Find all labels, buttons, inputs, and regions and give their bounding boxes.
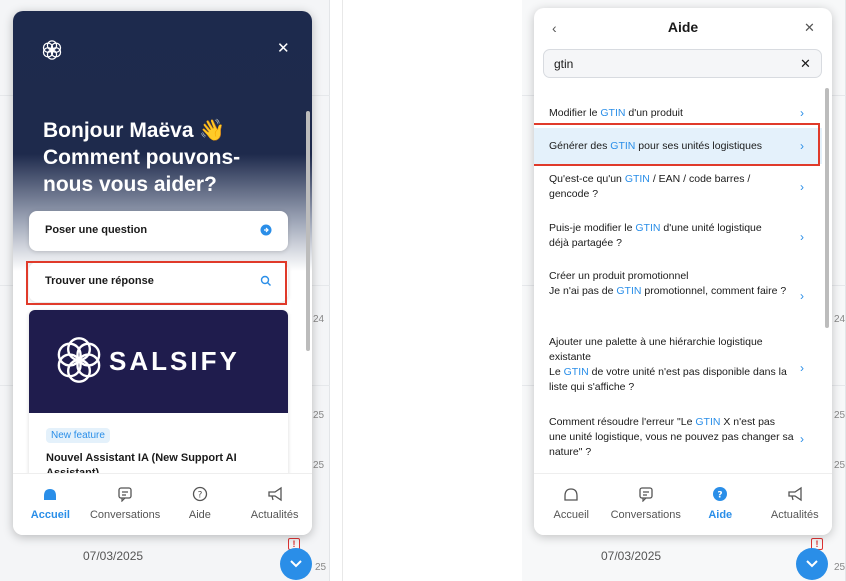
highlight-box — [534, 123, 820, 166]
highlight-box — [26, 261, 287, 305]
result-title: Ajouter une palette à une hiérarchie log… — [549, 336, 763, 363]
tab-label: Actualités — [770, 509, 819, 521]
chevron-right-icon: › — [800, 230, 804, 244]
new-feature-badge: New feature — [46, 428, 110, 443]
tab-label: Accueil — [553, 509, 589, 521]
chevron-right-icon: › — [800, 361, 804, 375]
edge-number: 24 — [834, 314, 846, 325]
chat-icon — [639, 487, 653, 502]
clear-search-icon[interactable]: ✕ — [800, 56, 811, 72]
tab-actualites[interactable]: Actualités — [237, 474, 312, 535]
greeting: Bonjour Maëva 👋 Comment pouvons-nous vou… — [43, 117, 283, 198]
help-header: ‹ Aide ✕ — [534, 8, 832, 46]
svg-text:?: ? — [718, 491, 723, 501]
result-match: GTIN — [616, 285, 642, 297]
close-icon[interactable]: ✕ — [277, 39, 290, 57]
tab-conversations[interactable]: Conversations — [609, 474, 684, 535]
edge-number: 24 — [313, 314, 325, 325]
help-icon: ? — [713, 487, 728, 501]
search-value: gtin — [554, 57, 574, 71]
date-right: 07/03/2025 — [601, 549, 662, 563]
result-text: Qu'est-ce qu'un — [549, 173, 625, 185]
result-text: Comment résoudre l'erreur "Le — [549, 416, 696, 428]
home-icon — [44, 489, 57, 500]
result-text: promotionnel, comment faire ? — [641, 285, 787, 297]
result-match: GTIN — [563, 366, 589, 378]
megaphone-icon — [267, 486, 282, 502]
result-text: Puis-je modifier le — [549, 222, 636, 234]
tab-aide[interactable]: ? Aide — [683, 474, 758, 535]
result-item[interactable]: Ajouter une palette à une hiérarchie log… — [549, 335, 787, 395]
logo-icon — [42, 40, 62, 60]
tab-label: Aide — [708, 509, 733, 521]
news-title[interactable]: Nouvel Assistant IA (New Support AI Assi… — [46, 451, 261, 475]
divider — [342, 0, 343, 581]
tab-label: Conversations — [610, 509, 681, 521]
result-text: d'un produit — [625, 107, 683, 119]
result-item[interactable]: Puis-je modifier le GTIN d'une unité log… — [549, 221, 777, 251]
chevron-down-icon — [806, 560, 818, 568]
megaphone-icon — [788, 486, 802, 502]
send-icon — [260, 224, 272, 236]
news-banner: SALSIFY — [29, 310, 288, 413]
greeting-line1: Bonjour Maëva 👋 — [43, 119, 226, 142]
result-text: Le — [549, 366, 564, 378]
greeting-line2: Comment pouvons-nous vous aider? — [43, 146, 241, 196]
edge-number: 25 — [315, 562, 327, 573]
result-match: GTIN — [635, 222, 661, 234]
scrollbar[interactable] — [825, 88, 829, 328]
edge-number: 25 — [834, 562, 846, 573]
chevron-down-icon — [290, 560, 302, 568]
edge-number: 25 — [313, 460, 325, 471]
tab-accueil[interactable]: Accueil — [534, 474, 609, 535]
banner-title: SALSIFY — [109, 346, 240, 376]
tab-label: Aide — [188, 509, 211, 521]
help-icon: ? — [192, 486, 208, 502]
result-item[interactable]: Comment résoudre l'erreur "Le GTIN X n'e… — [549, 415, 794, 460]
date-left: 07/03/2025 — [83, 549, 144, 563]
edge-number: 25 — [313, 410, 325, 421]
messenger-home-widget: ✕ Bonjour Maëva 👋 Comment pouvons-nous v… — [13, 11, 312, 535]
result-text: Modifier le — [549, 107, 601, 119]
result-item[interactable]: Qu'est-ce qu'un GTIN / EAN / code barres… — [549, 172, 764, 202]
chevron-right-icon: › — [800, 106, 804, 120]
chevron-right-icon: › — [800, 180, 804, 194]
help-search-widget: ‹ Aide ✕ gtin ✕ Modifier le GTIN d'un pr… — [534, 8, 832, 535]
result-text: Je n'ai pas de — [549, 285, 617, 297]
result-title: Créer un produit promotionnel — [549, 270, 689, 282]
tab-actualites[interactable]: Actualités — [758, 474, 833, 535]
search-input[interactable]: gtin — [543, 49, 822, 78]
bottom-tab-bar: Accueil Conversations ? Aide Actualités — [534, 473, 832, 535]
result-item[interactable]: Créer un produit promotionnel Je n'ai pa… — [549, 269, 794, 299]
tab-conversations[interactable]: Conversations — [88, 474, 163, 535]
edge-number: 25 — [834, 410, 846, 421]
ask-question-button[interactable]: Poser une question — [29, 211, 288, 251]
scroll-down-button[interactable] — [280, 548, 312, 580]
scrollbar[interactable] — [306, 111, 310, 351]
home-icon — [564, 488, 578, 501]
chevron-right-icon: › — [800, 289, 804, 303]
tab-label: Conversations — [89, 509, 161, 521]
tab-accueil[interactable]: Accueil — [13, 474, 88, 535]
salsify-logo-icon — [57, 337, 101, 383]
result-match: GTIN — [695, 416, 721, 428]
tab-label: Accueil — [30, 509, 70, 521]
chat-icon — [118, 487, 132, 502]
ask-question-label: Poser une question — [45, 224, 148, 236]
result-match: GTIN — [600, 107, 626, 119]
scroll-down-button[interactable] — [796, 548, 828, 580]
result-item[interactable]: Modifier le GTIN d'un produit — [549, 106, 804, 121]
close-icon[interactable]: ✕ — [804, 20, 815, 36]
edge-number: 25 — [834, 460, 846, 471]
svg-text:?: ? — [197, 491, 202, 501]
result-match: GTIN — [624, 173, 650, 185]
tab-aide[interactable]: ? Aide — [163, 474, 238, 535]
help-title: Aide — [667, 19, 699, 35]
bottom-tab-bar: Accueil Conversations ? Aide Actualités — [13, 473, 312, 535]
tab-label: Actualités — [250, 509, 299, 521]
chevron-right-icon: › — [800, 432, 804, 446]
